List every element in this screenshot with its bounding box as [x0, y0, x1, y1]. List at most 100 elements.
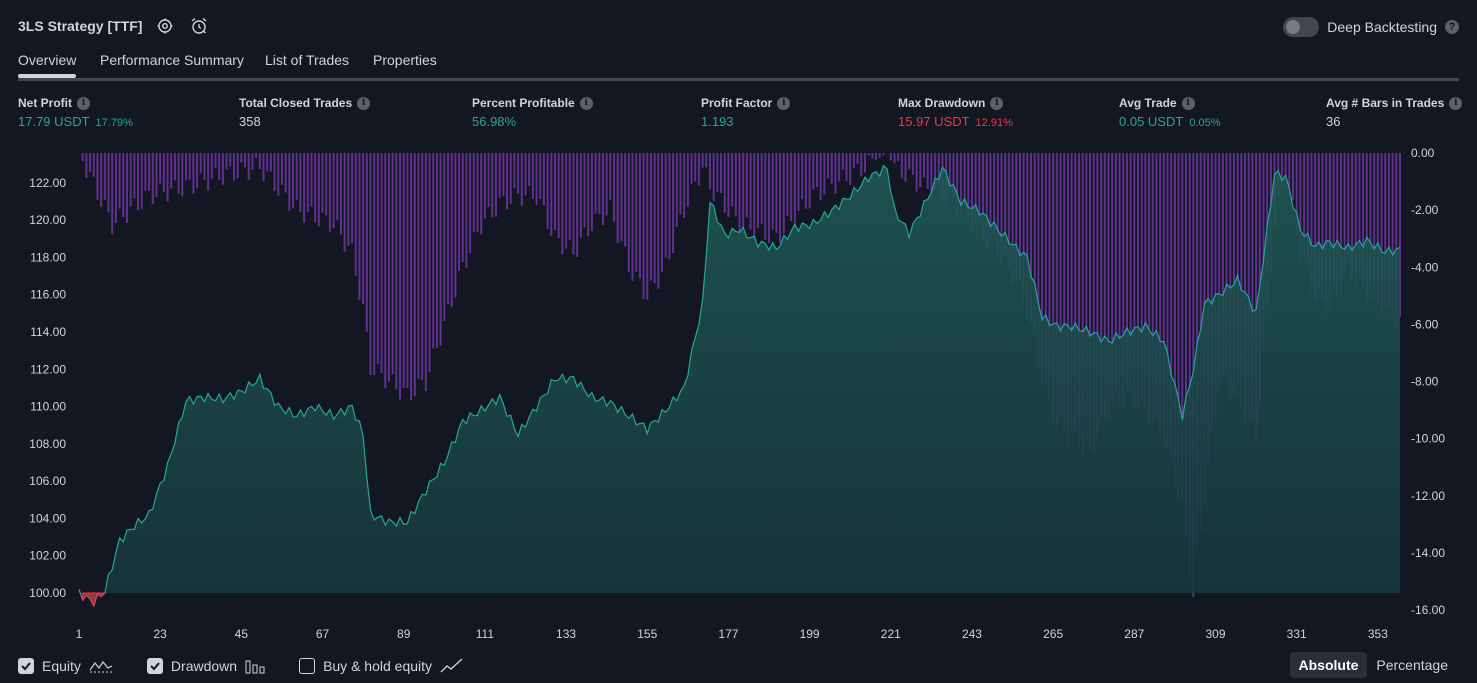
y-left-tick-label: 112.00 [30, 362, 66, 376]
value-mode-switch: Absolute Percentage [1289, 652, 1458, 678]
equity-checkbox[interactable] [18, 658, 34, 674]
alarm-clock-icon[interactable] [189, 16, 209, 36]
y-left-tick-label: 104.00 [29, 511, 66, 525]
x-tick-label: 177 [718, 627, 738, 641]
y-right-tick-label: -12.00 [1411, 489, 1445, 503]
y-left-tick-label: 118.00 [30, 250, 66, 264]
tab-bar: Overview Performance Summary List of Tra… [18, 50, 1459, 81]
info-icon[interactable]: i [357, 96, 371, 110]
stat-label: Net Profit [18, 96, 72, 110]
x-tick-label: 243 [962, 627, 982, 641]
stat-percent: 12.91% [975, 117, 1013, 129]
deep-backtesting-label: Deep Backtesting [1327, 19, 1437, 35]
absolute-button[interactable]: Absolute [1289, 652, 1368, 678]
y-right-tick-label: 0.00 [1411, 146, 1435, 160]
y-left-tick-label: 100.00 [29, 586, 66, 600]
drawdown-label: Drawdown [170, 658, 238, 674]
stat-label: Avg # Bars in Trades [1326, 96, 1445, 110]
stat-label: Max Drawdown [898, 96, 986, 110]
equity-area [78, 164, 1401, 608]
y-left-tick-label: 106.00 [29, 474, 66, 488]
x-tick-label: 1 [76, 627, 83, 641]
x-tick-label: 331 [1287, 627, 1307, 641]
settings-icon[interactable] [155, 16, 175, 36]
x-tick-label: 67 [316, 627, 330, 641]
equity-loss-area [82, 592, 106, 608]
stat-percent: 17.79% [95, 117, 133, 129]
y-left-tick-label: 108.00 [29, 437, 66, 451]
buy-hold-checkbox[interactable] [299, 658, 316, 674]
x-tick-label: 353 [1368, 627, 1388, 641]
y-right-tick-label: -10.00 [1411, 432, 1445, 446]
stat-label: Total Closed Trades [239, 96, 353, 110]
stat-label: Profit Factor [701, 96, 773, 110]
y-right-tick-label: -4.00 [1411, 260, 1439, 274]
equity-label: Equity [42, 658, 81, 674]
stat-net-profit: Net Profit i 17.79 USDT 17.79% [18, 96, 133, 129]
stat-value: 1.193 [701, 114, 734, 129]
stat-label: Avg Trade [1119, 96, 1177, 110]
stat-percent-profitable: Percent Profitable i 56.98% [472, 96, 593, 129]
help-icon[interactable]: ? [1445, 20, 1459, 34]
y-right-tick-label: -2.00 [1411, 203, 1439, 217]
x-tick-label: 309 [1205, 627, 1225, 641]
percentage-button[interactable]: Percentage [1367, 652, 1457, 678]
stat-percent: 0.05% [1189, 117, 1221, 129]
tab-performance-summary[interactable]: Performance Summary [100, 52, 244, 68]
x-tick-label: 199 [800, 627, 820, 641]
buy-hold-toggle[interactable]: Buy & hold equity [299, 658, 464, 674]
tab-overview[interactable]: Overview [18, 52, 76, 68]
stat-avg-bars-in-trades: Avg # Bars in Trades i 36 [1326, 96, 1463, 129]
stat-value: 15.97 USDT [898, 114, 970, 129]
strategy-title: 3LS Strategy [TTF] [18, 18, 143, 34]
stat-value: 36 [1326, 114, 1341, 129]
y-right-tick-label: -6.00 [1411, 317, 1439, 331]
info-icon[interactable]: i [1449, 96, 1463, 110]
y-right-tick-label: -14.00 [1411, 546, 1445, 560]
y-right-tick-label: -8.00 [1411, 375, 1439, 389]
x-tick-label: 133 [556, 627, 576, 641]
equity-drawdown-chart[interactable]: 100.00 102.00 104.00 106.00 108.00 110.00 112.… [0, 140, 1477, 648]
info-icon[interactable]: i [579, 96, 593, 110]
x-tick-label: 265 [1043, 627, 1063, 641]
stat-label: Percent Profitable [472, 96, 575, 110]
deep-backtesting-toggle[interactable]: Deep Backtesting ? [1283, 16, 1459, 38]
tab-properties[interactable]: Properties [373, 52, 437, 68]
tab-list-of-trades[interactable]: List of Trades [265, 52, 349, 68]
y-left-tick-label: 102.00 [29, 549, 66, 563]
bar-chart-icon [245, 660, 265, 674]
info-icon[interactable]: i [1181, 96, 1195, 110]
x-tick-label: 89 [397, 627, 411, 641]
chart-legend: Equity Drawdown Buy & hold equity [18, 655, 498, 677]
y-left-tick-label: 122.00 [29, 176, 66, 190]
info-icon[interactable]: i [77, 96, 90, 110]
stat-value: 17.79 USDT [18, 114, 90, 129]
strategy-header: 3LS Strategy [TTF] Deep Backtesting ? [0, 0, 1477, 50]
buy-hold-label: Buy & hold equity [323, 658, 433, 674]
stat-max-drawdown: Max Drawdown i 15.97 USDT 12.91% [898, 96, 1013, 129]
area-chart-icon [89, 660, 113, 673]
active-tab-indicator [18, 74, 76, 78]
x-tick-label: 155 [637, 627, 657, 641]
info-icon[interactable]: i [777, 96, 791, 110]
x-tick-label: 111 [476, 627, 495, 641]
stat-profit-factor: Profit Factor i 1.193 [701, 96, 791, 129]
y-right-tick-label: -16.00 [1411, 603, 1445, 617]
x-tick-label: 287 [1124, 627, 1144, 641]
x-tick-label: 23 [153, 627, 167, 641]
stat-value: 358 [239, 114, 261, 129]
drawdown-toggle[interactable]: Drawdown [146, 658, 265, 674]
x-tick-label: 221 [881, 627, 901, 641]
x-tick-label: 45 [235, 627, 249, 641]
stat-value: 0.05 USDT [1119, 114, 1184, 129]
deep-backtesting-switch[interactable] [1283, 17, 1320, 37]
y-left-tick-label: 120.00 [29, 213, 66, 227]
stat-avg-trade: Avg Trade i 0.05 USDT 0.05% [1119, 96, 1221, 129]
info-icon[interactable]: i [990, 96, 1004, 110]
stat-total-closed-trades: Total Closed Trades i 358 [239, 96, 371, 129]
stat-value: 56.98% [472, 114, 517, 129]
equity-toggle[interactable]: Equity [18, 658, 113, 674]
y-left-tick-label: 110.00 [30, 400, 66, 414]
drawdown-checkbox[interactable] [146, 658, 163, 674]
line-chart-icon [440, 658, 463, 673]
